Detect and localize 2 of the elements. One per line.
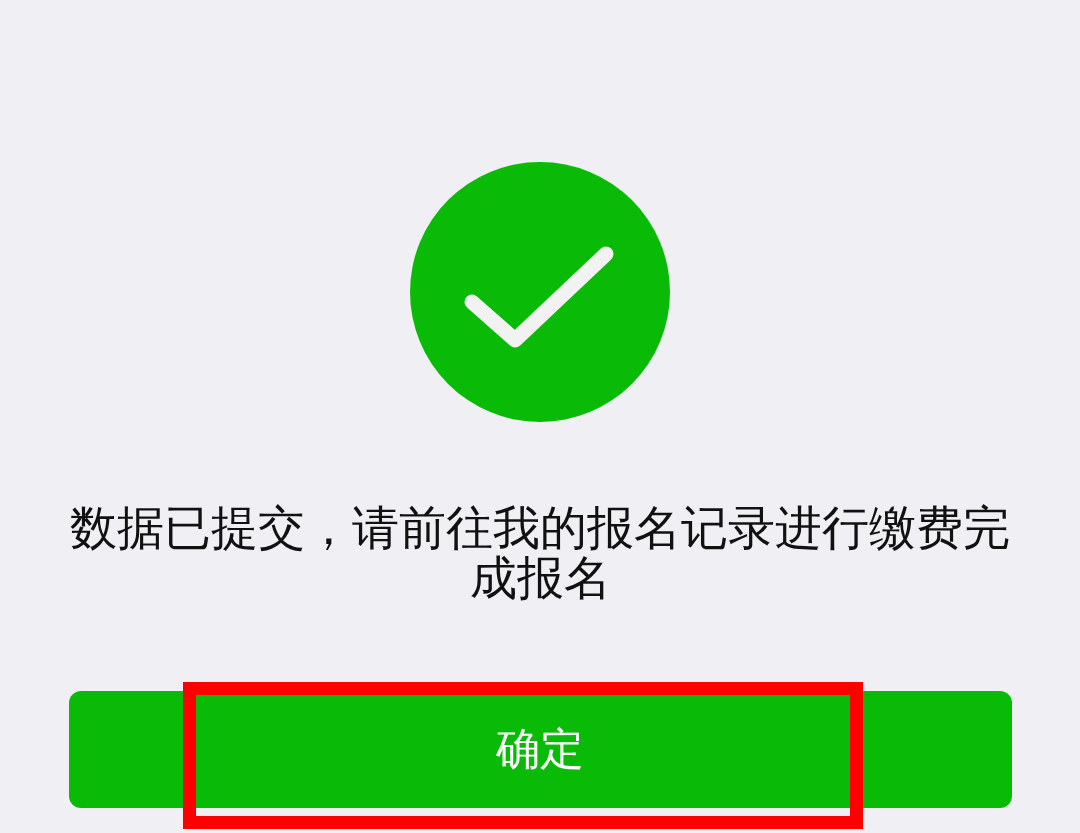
result-message: 数据已提交，请前往我的报名记录进行缴费完成报名: [69, 503, 1011, 603]
confirm-button[interactable]: 确定: [68, 691, 1012, 808]
